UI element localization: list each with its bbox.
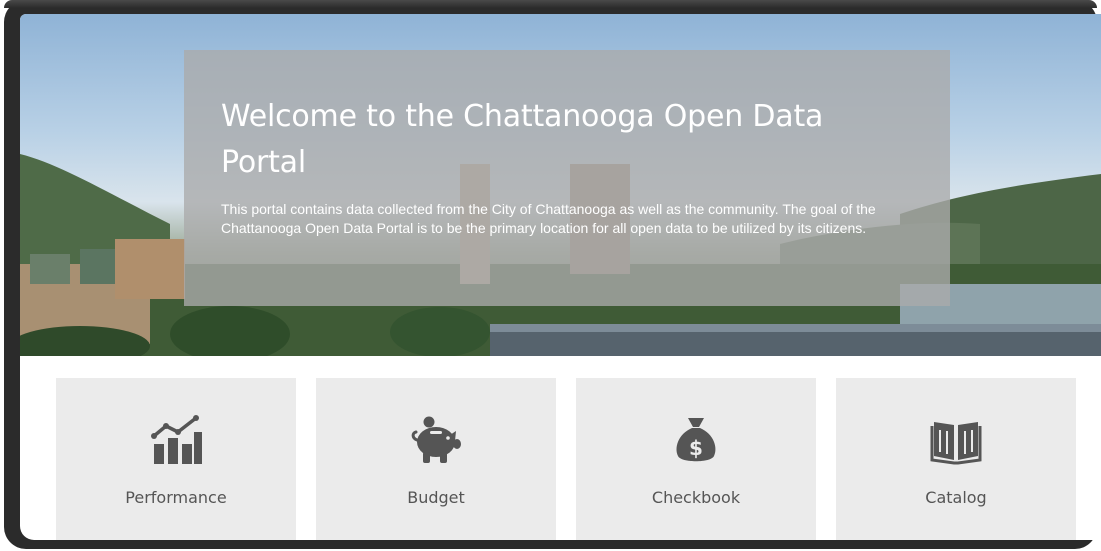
tile-label: Budget <box>407 488 465 507</box>
piggy-bank-icon <box>411 416 461 463</box>
tile-budget[interactable]: Budget <box>316 378 556 540</box>
tile-label: Performance <box>125 488 227 507</box>
money-bag-icon: $ <box>676 418 716 462</box>
chart-increasing-icon <box>151 415 202 464</box>
open-book-icon <box>930 422 982 465</box>
tile-performance[interactable]: Performance <box>56 378 296 540</box>
tile-label: Catalog <box>925 488 987 507</box>
tile-checkbook[interactable]: $ Checkbook <box>576 378 816 540</box>
welcome-overlay: Welcome to the Chattanooga Open Data Por… <box>184 50 950 306</box>
hero-banner: Welcome to the Chattanooga Open Data Por… <box>20 14 1101 356</box>
device-bezel <box>4 0 1097 8</box>
tile-catalog[interactable]: Catalog <box>836 378 1076 540</box>
page-title: Welcome to the Chattanooga Open Data Por… <box>221 99 824 180</box>
tile-label: Checkbook <box>651 488 741 507</box>
category-tiles: Performance Budget $ Checkbook Catalog <box>56 378 1096 540</box>
portal-description: This portal contains data collected from… <box>221 201 876 236</box>
svg-text:$: $ <box>689 436 703 460</box>
portal-page: Welcome to the Chattanooga Open Data Por… <box>20 14 1101 540</box>
